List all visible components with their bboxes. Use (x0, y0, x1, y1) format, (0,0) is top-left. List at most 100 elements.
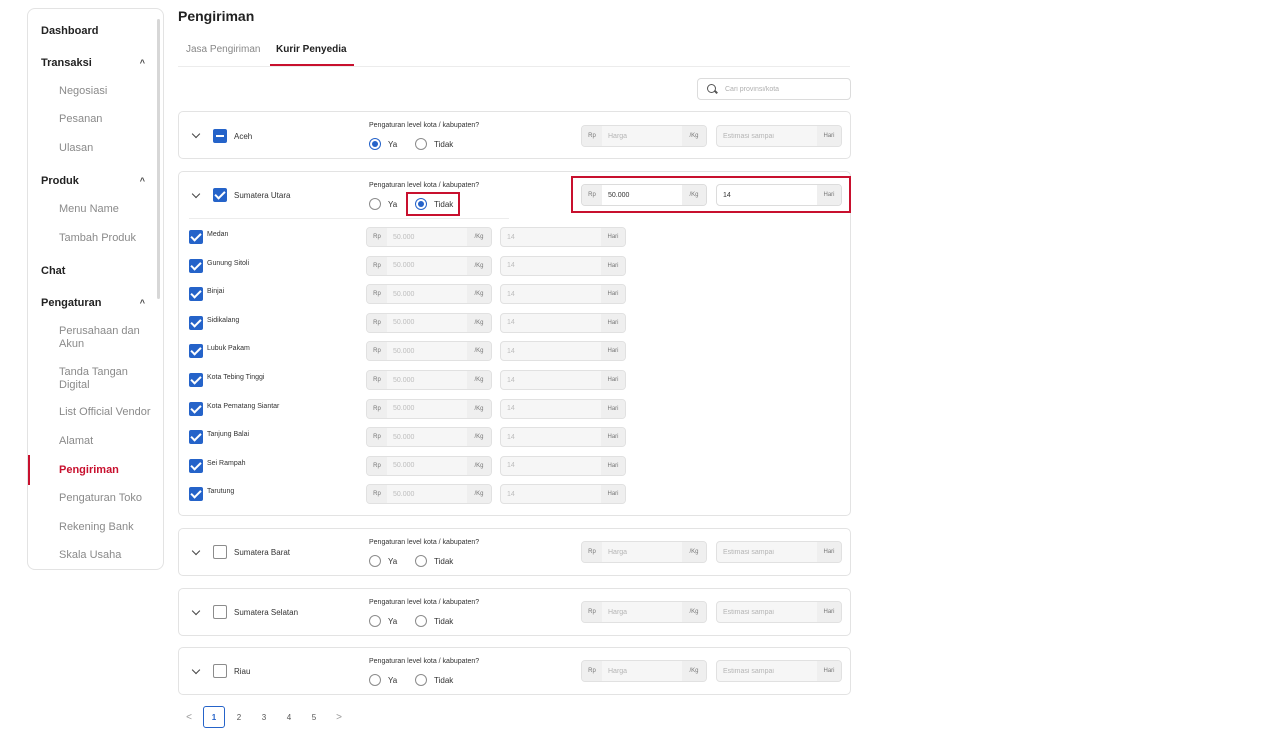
tab-jasa-pengiriman[interactable]: Jasa Pengiriman (186, 44, 260, 55)
city-eta-field[interactable]: Hari (500, 484, 626, 505)
chevron-down-icon[interactable] (191, 548, 201, 558)
price-field[interactable]: Rp /Kg (581, 541, 707, 563)
chevron-down-icon[interactable] (191, 608, 201, 618)
chevron-down-icon[interactable] (191, 131, 201, 141)
city-checkbox[interactable] (189, 344, 203, 359)
price-field[interactable]: Rp /Kg (581, 601, 707, 623)
province-checkbox[interactable] (213, 664, 227, 678)
city-price-input[interactable] (387, 399, 467, 418)
price-input[interactable] (602, 661, 682, 681)
radio-tidak[interactable]: Tidak (415, 138, 453, 150)
city-eta-input[interactable] (501, 371, 601, 389)
city-checkbox[interactable] (189, 458, 203, 473)
radio-circle[interactable] (415, 674, 427, 686)
province-checkbox[interactable] (213, 129, 227, 143)
pagination-next[interactable]: > (328, 706, 350, 728)
city-price-field[interactable]: Rp/Kg (366, 484, 492, 505)
city-eta-field[interactable]: Hari (500, 227, 626, 247)
chevron-down-icon[interactable] (191, 667, 201, 677)
sidebar-item-list-official-vendor[interactable]: List Official Vendor (28, 406, 153, 419)
city-price-field[interactable]: Rp/Kg (366, 341, 492, 362)
city-eta-field[interactable]: Hari (500, 455, 626, 476)
city-eta-input[interactable] (501, 256, 601, 275)
city-checkbox[interactable] (189, 315, 203, 330)
city-price-field[interactable]: Rp/Kg (366, 370, 492, 390)
radio-circle[interactable] (415, 198, 427, 210)
city-price-input[interactable] (387, 256, 467, 275)
city-eta-input[interactable] (501, 285, 601, 304)
eta-input[interactable] (717, 602, 817, 622)
search-box[interactable] (697, 78, 851, 100)
radio-ya[interactable]: Ya (369, 138, 397, 150)
city-checkbox[interactable] (189, 287, 203, 302)
city-checkbox[interactable] (189, 373, 203, 387)
radio-circle[interactable] (369, 198, 381, 210)
city-eta-field[interactable]: Hari (500, 284, 626, 305)
pagination-prev[interactable]: < (178, 706, 200, 728)
city-price-input[interactable] (387, 428, 467, 447)
sidebar-item-transaksi[interactable]: Transaksi ^ (28, 55, 153, 71)
price-field[interactable]: Rp /Kg (581, 184, 707, 206)
city-checkbox[interactable] (189, 401, 203, 416)
city-price-field[interactable]: Rp/Kg (366, 312, 492, 333)
tab-kurir-penyedia[interactable]: Kurir Penyedia (276, 44, 347, 55)
chevron-down-icon[interactable] (191, 191, 201, 201)
sidebar-item-ulasan[interactable]: Ulasan (28, 142, 153, 155)
eta-input[interactable] (717, 542, 817, 562)
city-eta-field[interactable]: Hari (500, 427, 626, 448)
sidebar-item-pengiriman[interactable]: Pengiriman (28, 464, 153, 477)
radio-ya[interactable]: Ya (369, 615, 397, 627)
sidebar-scrollbar[interactable] (157, 19, 160, 299)
city-eta-input[interactable] (501, 485, 601, 504)
radio-tidak[interactable]: Tidak (415, 615, 453, 627)
province-checkbox[interactable] (213, 605, 227, 619)
city-eta-field[interactable]: Hari (500, 370, 626, 390)
city-eta-input[interactable] (501, 342, 601, 361)
eta-input[interactable] (717, 661, 817, 681)
radio-circle[interactable] (369, 555, 381, 567)
radio-circle[interactable] (369, 674, 381, 686)
city-price-field[interactable]: Rp/Kg (366, 398, 492, 419)
radio-circle[interactable] (415, 555, 427, 567)
radio-tidak[interactable]: Tidak (415, 555, 453, 567)
sidebar-item-tambah-produk[interactable]: Tambah Produk (28, 232, 153, 245)
city-price-input[interactable] (387, 456, 467, 475)
city-checkbox[interactable] (189, 487, 203, 502)
pagination-page-3[interactable]: 3 (253, 706, 275, 728)
sidebar-item-pengaturan[interactable]: Pengaturan ^ (28, 295, 153, 311)
city-price-input[interactable] (387, 313, 467, 332)
sidebar-item-menu-name[interactable]: Menu Name (28, 203, 153, 216)
city-price-input[interactable] (387, 342, 467, 361)
sidebar-item-pengaturan-toko[interactable]: Pengaturan Toko (28, 492, 153, 505)
price-input[interactable] (602, 126, 682, 146)
radio-circle[interactable] (415, 615, 427, 627)
city-eta-input[interactable] (501, 456, 601, 475)
pagination-page-2[interactable]: 2 (228, 706, 250, 728)
sidebar-item-rekening-bank[interactable]: Rekening Bank (28, 521, 153, 534)
radio-ya[interactable]: Ya (369, 555, 397, 567)
sidebar-item-chat[interactable]: Chat (28, 263, 153, 279)
radio-tidak[interactable]: Tidak (415, 198, 453, 210)
sidebar-item-produk[interactable]: Produk ^ (28, 173, 153, 189)
city-eta-field[interactable]: Hari (500, 255, 626, 276)
radio-tidak[interactable]: Tidak (415, 674, 453, 686)
city-price-field[interactable]: Rp/Kg (366, 284, 492, 305)
city-price-field[interactable]: Rp/Kg (366, 227, 492, 247)
province-checkbox[interactable] (213, 188, 227, 202)
radio-circle[interactable] (415, 138, 427, 150)
radio-circle[interactable] (369, 138, 381, 150)
city-eta-field[interactable]: Hari (500, 312, 626, 333)
city-price-input[interactable] (387, 485, 467, 504)
city-eta-input[interactable] (501, 428, 601, 447)
sidebar-item-dashboard[interactable]: Dashboard (28, 23, 153, 39)
eta-field[interactable]: Hari (716, 660, 842, 682)
price-field[interactable]: Rp /Kg (581, 660, 707, 682)
city-price-field[interactable]: Rp/Kg (366, 427, 492, 448)
city-eta-input[interactable] (501, 313, 601, 332)
city-price-input[interactable] (387, 371, 467, 389)
sidebar-item-skala-usaha[interactable]: Skala Usaha (28, 549, 153, 562)
city-checkbox[interactable] (189, 258, 203, 273)
city-eta-field[interactable]: Hari (500, 398, 626, 419)
eta-input[interactable] (717, 126, 817, 146)
city-eta-input[interactable] (501, 399, 601, 418)
